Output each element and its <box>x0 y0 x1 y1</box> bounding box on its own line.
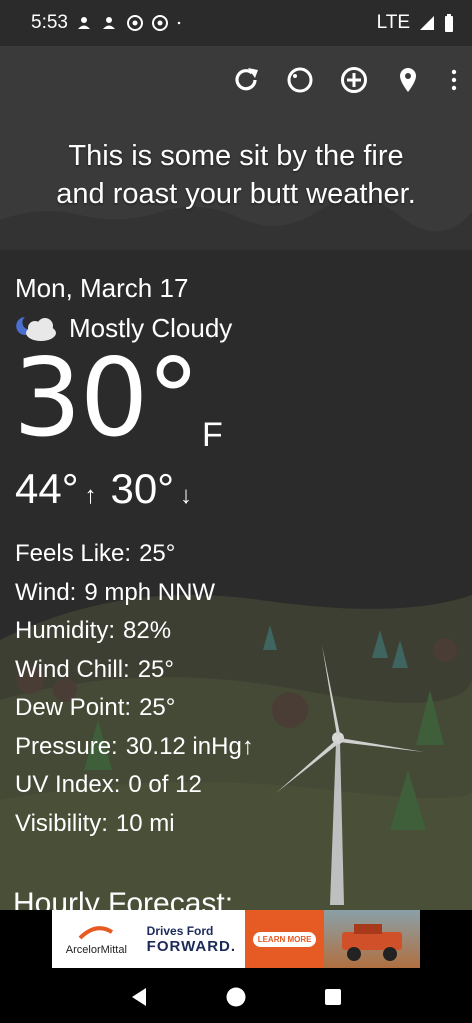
temperature-unit: F <box>202 416 223 454</box>
detail-value: 10 mi <box>115 809 175 837</box>
hourly-forecast-title: Hourly Forecast: <box>13 887 234 910</box>
recents-icon <box>325 988 342 1005</box>
add-location-button[interactable] <box>338 64 370 96</box>
refresh-button[interactable] <box>230 64 262 96</box>
detail-value: 25° <box>139 694 176 721</box>
account-icon <box>77 17 90 29</box>
detail-value: 0 of 12 <box>128 771 202 798</box>
truck-image-icon <box>342 924 402 961</box>
detail-dew-point: Dew Point: 25° <box>15 689 254 728</box>
more-options-button[interactable] <box>446 64 462 96</box>
location-button[interactable] <box>392 64 424 96</box>
high-low-row: 44° ↑ 30° ↓ <box>15 464 254 521</box>
ad-photo <box>324 910 420 968</box>
back-button[interactable] <box>127 985 151 1009</box>
clock: 5:53 <box>31 12 68 33</box>
chrome-icon <box>126 15 143 31</box>
detail-humidity: Humidity: 82% <box>15 612 254 651</box>
theme-icon <box>287 67 313 93</box>
dot-icon <box>177 21 181 25</box>
detail-wind-chill: Wind Chill: 25° <box>15 651 254 690</box>
high-temperature: 44° <box>15 465 79 512</box>
theme-button[interactable] <box>284 64 316 96</box>
detail-label: Pressure: <box>15 732 118 760</box>
detail-value: 30.12 inHg↑ <box>125 732 254 760</box>
detail-feels-like: Feels Like: 25° <box>15 535 254 574</box>
ad-bar: ArcelorMittal Drives Ford FORWARD. LEARN… <box>0 910 472 970</box>
detail-value: 25° <box>137 655 174 683</box>
signal-icon <box>420 16 434 30</box>
ad-brand: ArcelorMittal <box>52 910 141 968</box>
detail-uv-index: UV Index: 0 of 12 <box>15 766 254 805</box>
low-arrow: ↓ <box>180 482 193 509</box>
ad-cta-label: LEARN MORE <box>252 931 317 947</box>
refresh-icon <box>235 68 258 91</box>
headline-line-2: and roast your butt weather. <box>56 178 416 210</box>
detail-label: Humidity: <box>15 617 116 644</box>
recents-button[interactable] <box>321 985 345 1009</box>
low-temperature: 30° <box>110 465 175 512</box>
ad-copy: Drives Ford FORWARD. <box>141 910 246 968</box>
navigation-bar <box>0 970 472 1023</box>
battery-icon <box>445 14 453 32</box>
detail-label: UV Index: <box>15 771 121 798</box>
back-icon <box>131 987 146 1006</box>
detail-label: Dew Point: <box>15 694 132 721</box>
details-list: Feels Like: 25° Wind: 9 mph NNW Humidity: 8… <box>15 535 254 843</box>
detail-label: Wind: <box>15 578 77 606</box>
toolbar <box>230 60 462 100</box>
detail-value: 9 mph NNW <box>84 578 216 606</box>
headline-line-1: This is some sit by the fire <box>68 140 404 172</box>
detail-label: Wind Chill: <box>15 655 130 683</box>
account-icon <box>102 17 115 29</box>
detail-value: 25° <box>139 540 176 567</box>
ad-line-2: FORWARD. <box>146 937 237 955</box>
home-button[interactable] <box>224 985 248 1009</box>
detail-value: 82% <box>123 617 172 644</box>
status-bar: 5:53 LTE <box>0 0 472 46</box>
location-pin-icon <box>400 68 416 92</box>
arcelormittal-logo-icon <box>78 926 114 940</box>
more-vert-icon <box>451 69 457 91</box>
chrome-icon <box>151 15 168 31</box>
home-icon <box>226 987 246 1006</box>
current-conditions: Mon, March 17 Mostly Cloudy 30° F 44° ↑ 3… <box>13 270 254 843</box>
high-arrow: ↑ <box>84 482 97 509</box>
ad-cta[interactable]: LEARN MORE <box>245 910 324 968</box>
detail-label: Feels Like: <box>15 540 132 567</box>
detail-pressure: Pressure: 30.12 inHg↑ <box>15 728 254 767</box>
network-label: LTE <box>376 12 410 33</box>
detail-visibility: Visibility: 10 mi <box>15 805 254 844</box>
add-location-icon <box>341 67 367 93</box>
detail-wind: Wind: 9 mph NNW <box>15 574 254 613</box>
temperature-row: 30° F <box>13 340 254 468</box>
ad-brand-name: ArcelorMittal <box>65 944 127 956</box>
current-date: Mon, March 17 <box>15 273 189 303</box>
ad-line-1: Drives Ford <box>146 923 214 938</box>
ad-banner[interactable]: ArcelorMittal Drives Ford FORWARD. LEARN… <box>52 910 420 968</box>
current-temperature: 30° <box>13 336 200 461</box>
detail-label: Visibility: <box>15 809 108 837</box>
weather-headline: This is some sit by the fire and roast y… <box>0 137 472 213</box>
